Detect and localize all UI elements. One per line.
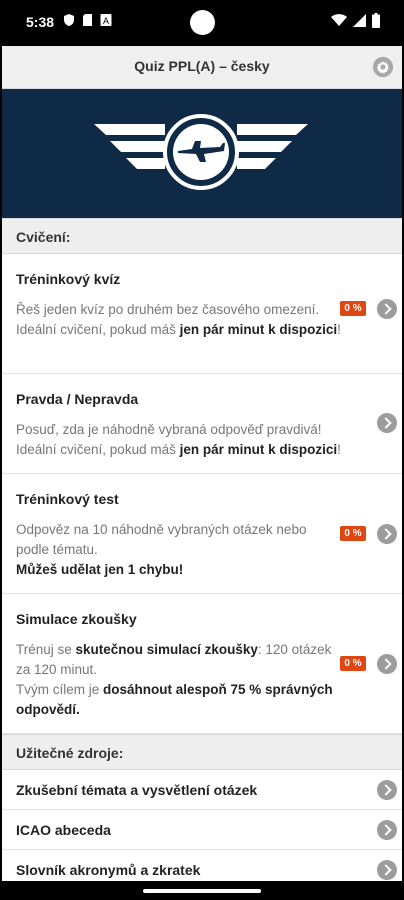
- signal-icon: [353, 14, 366, 27]
- resource-item-glossary[interactable]: Slovník akronymů a zkratek: [2, 850, 402, 881]
- navigation-bar: [0, 881, 404, 900]
- phone-frame: 5:38 A Quiz PPL(A) – česky Cvičení: Trén…: [0, 0, 404, 900]
- section-header-resources: Užitečné zdroje:: [2, 734, 402, 770]
- status-notification-icons: A: [63, 13, 112, 27]
- list-item-training-test[interactable]: Tréninkový test Odpověz na 10 náhodně vy…: [2, 474, 402, 594]
- status-time: 5:38: [26, 14, 55, 30]
- resource-label: ICAO abeceda: [16, 822, 111, 838]
- font-icon: A: [100, 14, 112, 26]
- item-desc-text: Tvým cílem je: [16, 682, 104, 697]
- item-desc-bold: jen pár minut k dispozici: [179, 442, 338, 457]
- plane-wings-logo: [94, 114, 308, 190]
- item-desc-text: Trénuj se: [16, 642, 76, 657]
- list-item-true-false[interactable]: Pravda / Nepravda Posuď, zda je náhodně …: [2, 374, 402, 474]
- item-description: Posuď, zda je náhodně vybraná odpověď pr…: [16, 420, 342, 460]
- battery-icon: [372, 13, 380, 28]
- chevron-right-icon[interactable]: [377, 860, 397, 880]
- app-title: Quiz PPL(A) – česky: [134, 58, 270, 74]
- resource-item-exam-topics[interactable]: Zkušební témata a vysvětlení otázek: [2, 770, 402, 810]
- gear-icon[interactable]: [372, 56, 394, 78]
- resource-item-icao-alphabet[interactable]: ICAO abeceda: [2, 810, 402, 850]
- item-desc-bold: jen pár minut k dispozici: [179, 322, 338, 337]
- sd-card-icon: [83, 14, 92, 26]
- list-item-training-quiz[interactable]: Tréninkový kvíz Řeš jeden kvíz po druhém…: [2, 254, 402, 374]
- chevron-right-icon[interactable]: [377, 413, 397, 433]
- svg-text:A: A: [103, 16, 109, 26]
- list-item-exam-simulation[interactable]: Simulace zkoušky Trénuj se skutečnou sim…: [2, 594, 402, 734]
- item-desc-bold: Můžeš udělat jen 1 chybu!: [16, 562, 184, 577]
- section-header-practice: Cvičení:: [2, 218, 402, 254]
- item-title: Simulace zkoušky: [16, 611, 137, 627]
- app-screen: Quiz PPL(A) – česky Cvičení: Tréninkový …: [2, 46, 402, 881]
- item-desc-text: Odpověz na 10 náhodně vybraných otázek n…: [16, 522, 307, 557]
- item-desc-text: !: [337, 442, 341, 457]
- resource-label: Slovník akronymů a zkratek: [16, 862, 201, 878]
- wifi-icon: [331, 14, 347, 26]
- chevron-right-icon[interactable]: [377, 654, 397, 674]
- home-gesture-handle[interactable]: [143, 889, 261, 893]
- item-desc-bold: skutečnou simulací zkoušky: [75, 642, 258, 657]
- camera-cutout: [190, 10, 215, 35]
- app-banner: [2, 89, 402, 218]
- chevron-right-icon[interactable]: [377, 820, 397, 840]
- item-title: Pravda / Nepravda: [16, 391, 139, 407]
- status-bar: 5:38 A: [0, 0, 404, 46]
- progress-badge: 0 %: [340, 301, 366, 316]
- resource-label: Zkušební témata a vysvětlení otázek: [16, 782, 258, 798]
- status-system-icons: [331, 13, 380, 28]
- item-description: Trénuj se skutečnou simulací zkoušky: 12…: [16, 640, 342, 720]
- item-description: Řeš jeden kvíz po druhém bez časového om…: [16, 300, 342, 340]
- app-header: Quiz PPL(A) – česky: [2, 46, 402, 89]
- item-title: Tréninkový test: [16, 491, 119, 507]
- shield-icon: [64, 14, 74, 26]
- progress-badge: 0 %: [340, 526, 366, 541]
- progress-badge: 0 %: [340, 656, 366, 671]
- item-title: Tréninkový kvíz: [16, 271, 121, 287]
- chevron-right-icon[interactable]: [377, 299, 397, 319]
- chevron-right-icon[interactable]: [377, 780, 397, 800]
- item-description: Odpověz na 10 náhodně vybraných otázek n…: [16, 520, 342, 580]
- chevron-right-icon[interactable]: [377, 524, 397, 544]
- item-desc-text: !: [337, 322, 341, 337]
